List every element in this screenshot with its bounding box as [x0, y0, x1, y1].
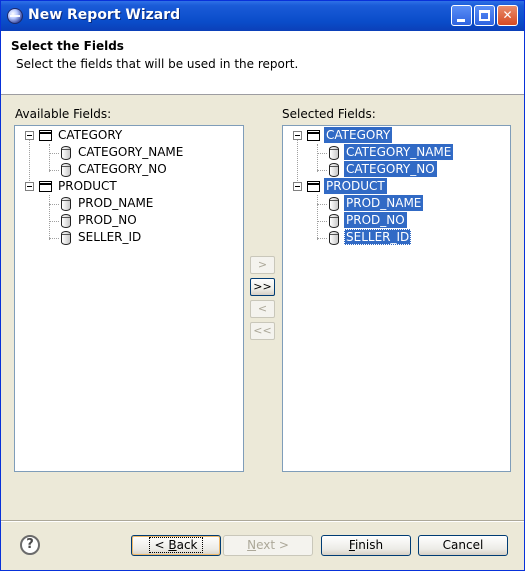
next-label-rest: ext > — [256, 538, 289, 552]
tree-node-label: PROD_NO — [344, 212, 407, 228]
column-icon — [329, 163, 339, 177]
tree-node-column[interactable]: CATEGORY_NAME — [283, 144, 510, 161]
available-fields-label: Available Fields: — [15, 107, 112, 121]
table-icon — [39, 130, 52, 141]
tree-node-column[interactable]: CATEGORY_NO — [283, 161, 510, 178]
tree-node-label: CATEGORY_NO — [344, 161, 437, 177]
back-arrow: < — [154, 538, 169, 552]
close-button[interactable]: ✕ — [497, 5, 518, 26]
next-mnemonic: N — [247, 538, 257, 552]
column-icon — [329, 146, 339, 160]
finish-label-rest: inish — [354, 538, 384, 552]
tree-node-column[interactable]: SELLER_ID — [283, 229, 510, 246]
tree-node-product[interactable]: PRODUCT — [283, 178, 510, 195]
tree-node-label: PRODUCT — [58, 179, 117, 193]
tree-node-label: CATEGORY_NO — [78, 162, 167, 176]
eclipse-app-icon — [7, 8, 23, 24]
tree-node-column[interactable]: CATEGORY_NO — [15, 161, 243, 178]
tree-node-category[interactable]: CATEGORY — [283, 127, 510, 144]
cancel-button[interactable]: Cancel — [418, 535, 508, 556]
help-icon[interactable]: ? — [20, 535, 40, 555]
tree-node-column[interactable]: CATEGORY_NAME — [15, 144, 243, 161]
tree-node-label: CATEGORY_NAME — [78, 145, 184, 159]
window-title: New Report Wizard — [28, 7, 181, 23]
tree-node-column[interactable]: PROD_NO — [15, 212, 243, 229]
tree-node-label: PROD_NAME — [78, 196, 154, 210]
tree-node-column[interactable]: PROD_NAME — [15, 195, 243, 212]
wizard-header: Select the Fields Select the fields that… — [1, 31, 524, 95]
collapse-icon[interactable] — [293, 131, 302, 140]
tree-node-label: CATEGORY — [324, 127, 393, 143]
column-icon — [61, 146, 71, 160]
back-button[interactable]: < Back — [131, 535, 221, 556]
tree-node-label: SELLER_ID — [344, 229, 412, 245]
tree-node-column[interactable]: SELLER_ID — [15, 229, 243, 246]
collapse-icon[interactable] — [25, 182, 34, 191]
table-icon — [307, 130, 320, 141]
back-button-focus: < Back — [149, 537, 203, 553]
table-icon — [39, 181, 52, 192]
page-title: Select the Fields — [11, 39, 124, 53]
collapse-icon[interactable] — [293, 182, 302, 191]
remove-field-button[interactable]: < — [250, 300, 275, 318]
column-icon — [329, 231, 339, 245]
tree-node-label: PRODUCT — [324, 178, 387, 194]
selected-fields-tree[interactable]: CATEGORY CATEGORY_NAME CATEGORY_NO PRODU… — [282, 125, 511, 472]
column-icon — [61, 231, 71, 245]
tree-node-label: PROD_NO — [78, 213, 137, 227]
column-icon — [61, 197, 71, 211]
column-icon — [329, 197, 339, 211]
back-mnemonic: B — [168, 538, 177, 552]
minimize-button[interactable] — [451, 5, 472, 26]
selected-fields-label: Selected Fields: — [282, 107, 376, 121]
table-icon — [307, 181, 320, 192]
finish-button[interactable]: Finish — [321, 535, 411, 556]
tree-node-category[interactable]: CATEGORY — [15, 127, 243, 144]
tree-node-label: PROD_NAME — [344, 195, 424, 211]
footer-separator — [1, 520, 524, 522]
collapse-icon[interactable] — [25, 131, 34, 140]
tree-node-label: CATEGORY — [58, 128, 123, 142]
tree-node-label: SELLER_ID — [78, 230, 142, 244]
available-fields-tree[interactable]: CATEGORY CATEGORY_NAME CATEGORY_NO PRODU… — [14, 125, 244, 472]
tree-node-label: CATEGORY_NAME — [344, 144, 454, 160]
back-label-rest: ack — [176, 538, 198, 552]
tree-node-product[interactable]: PRODUCT — [15, 178, 243, 195]
add-all-fields-button[interactable]: >> — [250, 278, 275, 296]
next-button[interactable]: Next > — [223, 535, 313, 556]
maximize-button[interactable] — [474, 5, 495, 26]
remove-all-fields-button[interactable]: << — [250, 322, 275, 340]
tree-node-column[interactable]: PROD_NO — [283, 212, 510, 229]
column-icon — [329, 214, 339, 228]
column-icon — [61, 214, 71, 228]
title-bar[interactable]: New Report Wizard ✕ — [1, 1, 524, 31]
page-description: Select the fields that will be used in t… — [16, 57, 299, 71]
tree-node-column[interactable]: PROD_NAME — [283, 195, 510, 212]
add-field-button[interactable]: > — [250, 256, 275, 274]
wizard-window: New Report Wizard ✕ Select the Fields Se… — [0, 0, 525, 571]
column-icon — [61, 163, 71, 177]
